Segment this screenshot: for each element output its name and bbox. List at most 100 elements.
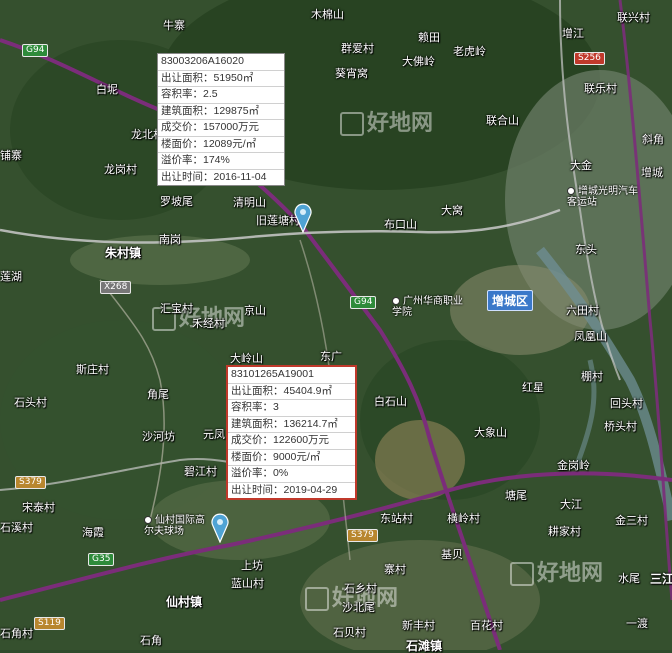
road-shield-s119: S119 [34, 617, 65, 630]
place-label: 龙岗村 [104, 163, 137, 176]
place-label: 南岗 [159, 233, 181, 246]
place-label: 大江 [560, 498, 582, 511]
place-label: 大窝 [441, 204, 463, 217]
school-poi[interactable]: 广州华商职业学院 [392, 296, 464, 318]
place-label: 增江 [562, 27, 584, 40]
place-label: 宋泰村 [22, 501, 55, 514]
place-label: 莲湖 [0, 270, 22, 283]
place-label: 角尾 [147, 388, 169, 401]
place-label: 寨村 [384, 563, 406, 576]
golf-poi[interactable]: 仙村国际高尔夫球场 [144, 515, 212, 537]
place-label: 大佛岭 [402, 55, 435, 68]
place-label: 葵宵窝 [335, 67, 368, 80]
place-label: 金三村 [615, 514, 648, 527]
map-marker-icon[interactable] [211, 513, 229, 543]
parcel-floor-price: 楼面价：12089元/㎡ [158, 137, 284, 153]
place-label: 牛寨 [163, 19, 185, 32]
place-label: 上坊 [241, 559, 263, 572]
place-label: 东广 [320, 350, 342, 363]
place-label: 联兴村 [617, 11, 650, 24]
road-shield-s379: S379 [15, 476, 46, 489]
place-label: 东头 [575, 243, 597, 256]
town-label: 仙村镇 [166, 595, 203, 609]
place-label: 棚村 [581, 370, 603, 383]
place-label: 铺寨 [0, 149, 22, 162]
place-label: 水尾 [618, 572, 640, 585]
place-label: 三江 [650, 572, 672, 586]
place-label: 联合山 [486, 114, 519, 127]
place-label: 大象山 [474, 426, 507, 439]
road-shield-s379: S379 [347, 529, 378, 542]
place-label: 沙河坊 [142, 430, 175, 443]
parcel-price: 成交价：122600万元 [228, 433, 355, 450]
place-label: 百花村 [470, 619, 503, 632]
place-label: 塘尾 [505, 489, 527, 502]
place-label: 石角 [140, 634, 162, 647]
place-label: 大金 [570, 159, 592, 172]
parcel-premium-rate: 溢价率：174% [158, 153, 284, 170]
bus-station-poi[interactable]: 增城光明汽车客运站 [567, 186, 645, 208]
place-label: 罗坡尾 [160, 195, 193, 208]
place-label: 新丰村 [402, 619, 435, 632]
place-label: 石乡村 [344, 582, 377, 595]
place-label: 大岭山 [230, 352, 263, 365]
town-label: 石滩镇 [406, 639, 443, 653]
place-label: 白坭 [96, 83, 118, 96]
place-label: 回头村 [610, 397, 643, 410]
place-label: 六田村 [566, 304, 599, 317]
parcel-area: 出让面积：51950㎡ [158, 71, 284, 87]
place-label: 石贝村 [333, 626, 366, 639]
place-label: 白石山 [374, 395, 407, 408]
road-shield-s256: S256 [574, 52, 605, 65]
parcel-info-box-selected[interactable]: 83101265A19001 出让面积：45404.9㎡ 容积率：3 建筑面积：… [226, 365, 357, 500]
place-label: 海霞 [82, 526, 104, 539]
place-label: 汇宝村 [160, 302, 193, 315]
golf-icon [144, 516, 152, 524]
bus-station-icon [567, 187, 575, 195]
place-label: 石头村 [14, 396, 47, 409]
parcel-building-area: 建筑面积：136214.7㎡ [228, 417, 355, 433]
place-label: 金岗岭 [557, 459, 590, 472]
place-label: 禾经村 [192, 317, 225, 330]
road-shield-x268: X268 [100, 281, 132, 294]
place-label: 沙北尾 [342, 601, 375, 614]
parcel-floor-price: 楼面价：9000元/㎡ [228, 450, 355, 466]
place-label: 东站村 [380, 512, 413, 525]
place-label: 斜角 [642, 133, 664, 146]
place-label: 斯庄村 [76, 363, 109, 376]
town-label: 朱村镇 [105, 246, 142, 260]
place-label: 横岭村 [447, 512, 480, 525]
place-label: 木棉山 [311, 8, 344, 21]
place-label: 赖田 [418, 31, 440, 44]
place-label: 红星 [522, 381, 544, 394]
place-label: 蓝山村 [231, 577, 264, 590]
place-label: 联乐村 [584, 82, 617, 95]
parcel-building-area: 建筑面积：129875㎡ [158, 104, 284, 120]
place-label: 桥头村 [604, 420, 637, 433]
place-label: 群爱村 [341, 42, 374, 55]
road-shield-g35: G35 [88, 553, 115, 566]
place-label: 石角村 [0, 627, 33, 640]
parcel-price: 成交价：157000万元 [158, 120, 284, 137]
watermark: 好地网 [510, 555, 603, 587]
parcel-id: 83101265A19001 [228, 367, 355, 384]
parcel-date: 出让时间：2016-11-04 [161, 170, 267, 183]
parcel-far: 容积率：2.5 [158, 87, 284, 104]
place-label: 基贝 [441, 548, 463, 561]
place-label: 石溪村 [0, 521, 33, 534]
place-label: 增城 [641, 166, 663, 179]
map-marker-icon[interactable] [294, 203, 312, 233]
district-label[interactable]: 增城区 [487, 290, 534, 311]
parcel-far: 容积率：3 [228, 400, 355, 417]
parcel-area: 出让面积：45404.9㎡ [228, 384, 355, 400]
place-label: 碧江村 [184, 465, 217, 478]
place-label: 凤凰山 [574, 330, 607, 343]
parcel-info-box[interactable]: 83003206A16020 出让面积：51950㎡ 容积率：2.5 建筑面积：… [157, 53, 285, 186]
place-label: 清明山 [233, 196, 266, 209]
watermark: 好地网 [340, 105, 433, 137]
place-label: 元凤 [203, 428, 225, 441]
place-label: 京山 [244, 304, 266, 317]
parcel-id: 83003206A16020 [158, 54, 284, 71]
parcel-date: 出让时间：2019-04-29 [231, 483, 338, 496]
place-label: 布口山 [384, 218, 417, 231]
